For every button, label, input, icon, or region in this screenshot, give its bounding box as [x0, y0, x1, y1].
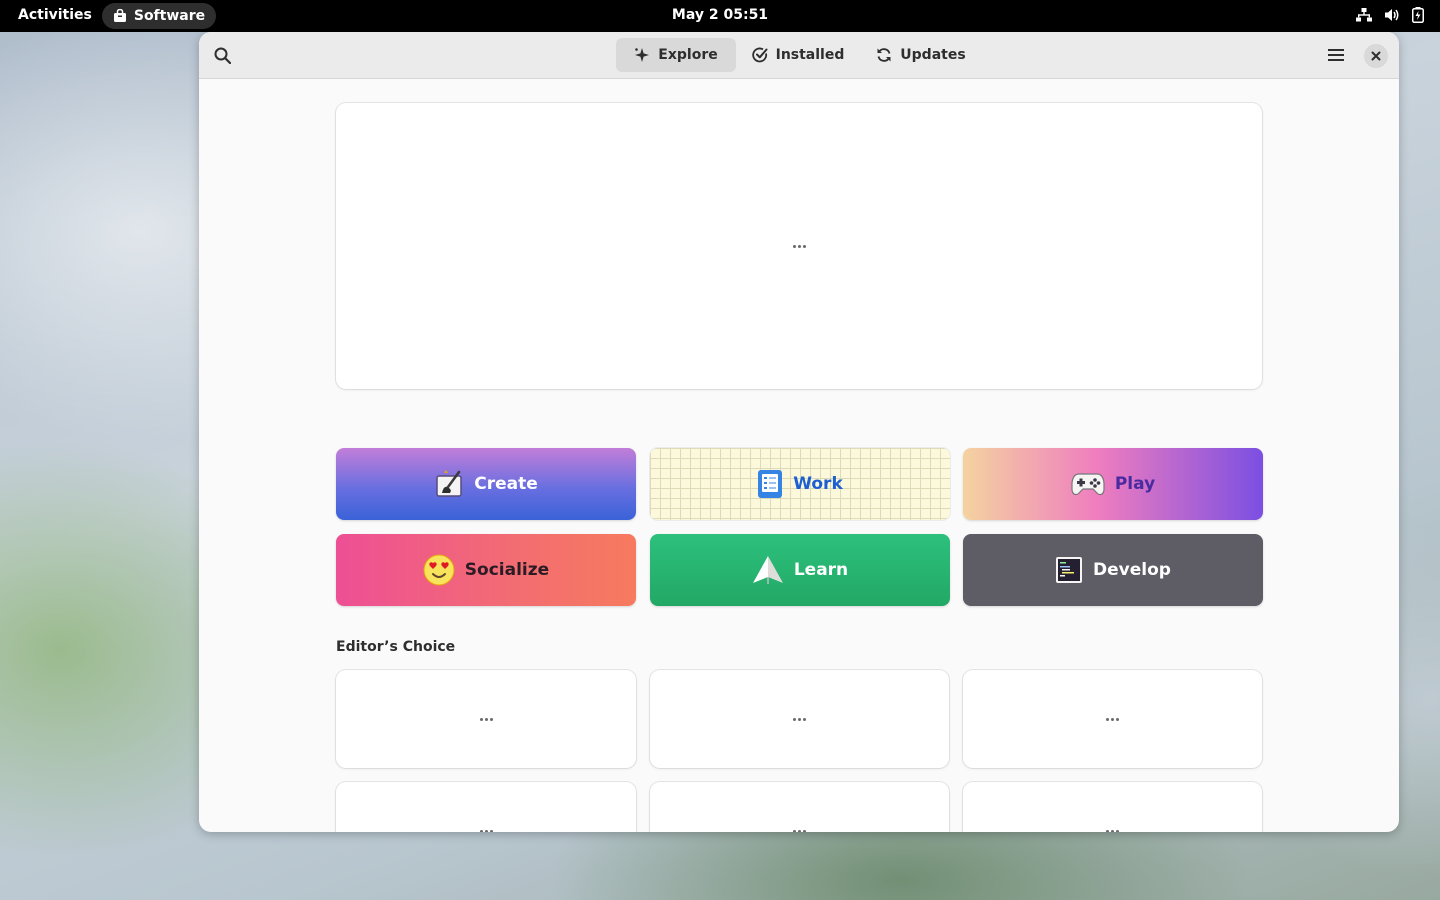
volume-icon	[1385, 9, 1399, 21]
editors-choice-card[interactable]	[963, 782, 1262, 832]
category-work[interactable]: Work	[650, 448, 950, 520]
search-button[interactable]	[206, 39, 238, 71]
tab-installed[interactable]: Installed	[746, 38, 850, 72]
editors-choice-card[interactable]	[336, 670, 636, 768]
close-icon	[1371, 51, 1381, 61]
explore-star-icon	[635, 48, 650, 62]
refresh-icon	[877, 48, 891, 62]
create-icon	[436, 470, 462, 497]
system-status-area[interactable]	[1356, 7, 1424, 23]
category-play-label: Play	[1114, 474, 1156, 494]
loading-dots-icon	[479, 717, 493, 721]
editors-choice-card[interactable]	[336, 782, 636, 832]
editors-choice-heading: Editor’s Choice	[336, 639, 456, 655]
search-icon	[214, 47, 231, 64]
category-learn[interactable]: Learn	[650, 534, 950, 606]
network-icon	[1356, 8, 1372, 22]
hamburger-menu-icon	[1328, 49, 1344, 61]
tab-updates-label: Updates	[900, 47, 966, 63]
tab-updates[interactable]: Updates	[869, 38, 973, 72]
paper-plane-icon	[752, 556, 783, 584]
featured-carousel[interactable]: •••	[336, 103, 1262, 389]
check-circle-icon	[751, 47, 768, 63]
loading-dots-icon	[793, 717, 806, 721]
editors-choice-card[interactable]	[963, 670, 1262, 768]
loading-dots-icon	[792, 244, 806, 248]
terminal-icon	[1056, 557, 1083, 583]
main-menu-button[interactable]	[1320, 39, 1352, 71]
tab-explore-label: Explore	[658, 47, 718, 63]
work-icon	[758, 470, 783, 498]
software-window: Explore Installed Updates Create Work Pl…	[199, 32, 1399, 832]
tab-installed-label: Installed	[775, 47, 845, 63]
top-bar: Activities Software May 2 05:51	[0, 0, 1440, 32]
loading-dots-icon	[479, 829, 493, 832]
close-button[interactable]	[1364, 44, 1388, 68]
battery-icon	[1412, 7, 1424, 23]
category-develop-label: Develop	[1093, 560, 1171, 580]
category-develop[interactable]: Develop	[963, 534, 1263, 606]
clock[interactable]: May 2 05:51	[0, 7, 1440, 23]
category-create-label: Create	[474, 474, 538, 494]
heart-eyes-emoji-icon	[423, 554, 455, 586]
loading-dots-icon	[1106, 717, 1119, 721]
editors-choice-card[interactable]	[650, 782, 949, 832]
category-socialize[interactable]: Socialize	[336, 534, 636, 606]
gamepad-icon	[1071, 473, 1105, 496]
category-socialize-label: Socialize	[464, 560, 550, 580]
header-bar: Explore Installed Updates	[199, 32, 1399, 79]
category-learn-label: Learn	[793, 560, 849, 580]
category-play[interactable]: Play	[963, 448, 1263, 520]
category-work-label: Work	[793, 474, 843, 494]
category-create[interactable]: Create	[336, 448, 636, 520]
loading-dots-icon	[1106, 829, 1119, 832]
loading-dots-icon	[793, 829, 806, 832]
editors-choice-card[interactable]	[650, 670, 949, 768]
tab-explore[interactable]: Explore	[616, 38, 736, 72]
